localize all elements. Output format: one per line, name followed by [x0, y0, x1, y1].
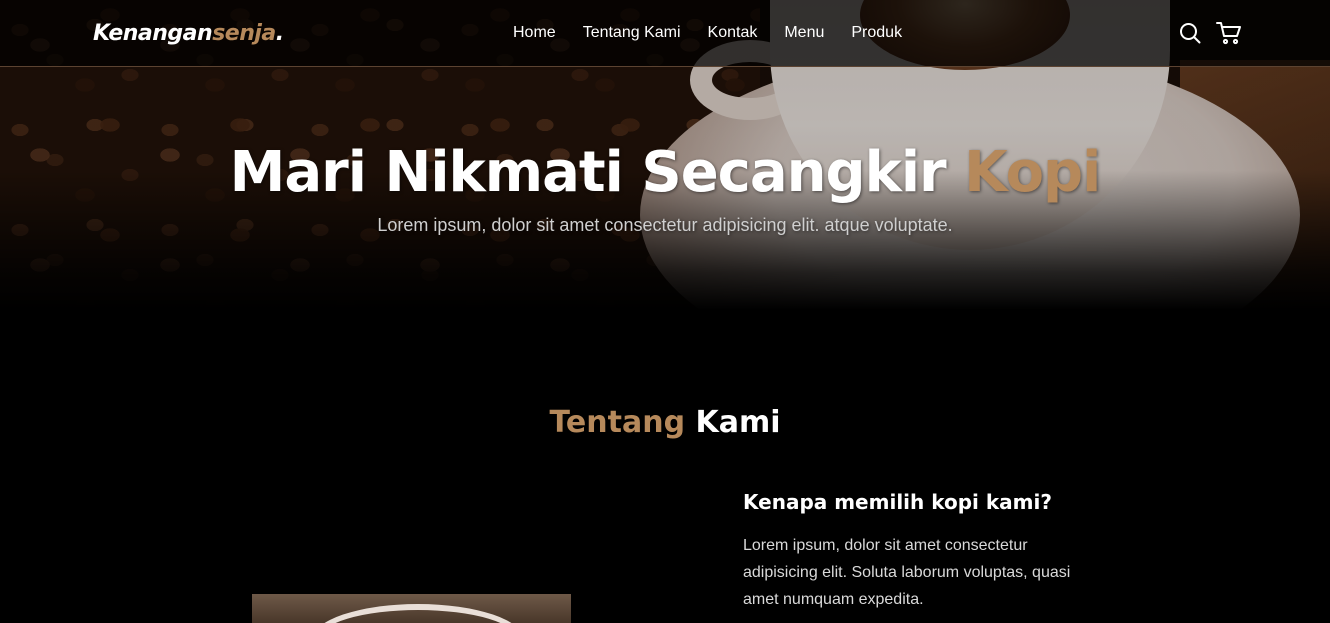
cart-icon[interactable]: [1216, 21, 1242, 45]
main-nav: Home Tentang Kami Kontak Menu Produk: [513, 24, 902, 42]
about-heading: Kenapa memilih kopi kami?: [743, 490, 1052, 514]
brand-name-dot: .: [275, 20, 284, 46]
nav-icons: [1178, 21, 1242, 45]
hero-title-main: Mari Nikmati Secangkir: [229, 140, 965, 205]
page: Mari Nikmati Secangkir Kopi Lorem ipsum,…: [0, 0, 1330, 623]
about-content: Kenapa memilih kopi kami? Lorem ipsum, d…: [743, 490, 1103, 613]
search-icon[interactable]: [1178, 21, 1202, 45]
nav-item-home[interactable]: Home: [513, 24, 556, 42]
brand-name-main: Kenangan: [93, 20, 213, 46]
nav-item-tentang-kami[interactable]: Tentang Kami: [583, 24, 681, 42]
about-paragraph: Lorem ipsum, dolor sit amet consectetur …: [743, 537, 1071, 608]
nav-item-produk[interactable]: Produk: [851, 24, 902, 42]
about-coffee-image: [252, 594, 571, 623]
about-title-accent: Tentang: [549, 405, 686, 440]
hero-title: Mari Nikmati Secangkir Kopi: [0, 140, 1330, 205]
nav-item-menu[interactable]: Menu: [784, 24, 824, 42]
navbar: Kenangansenja. Home Tentang Kami Kontak …: [0, 0, 1330, 67]
hero-title-accent: Kopi: [964, 140, 1101, 205]
brand-name-accent: senja: [212, 20, 276, 46]
about-title-main: Kami: [685, 405, 781, 440]
brand-logo[interactable]: Kenangansenja.: [93, 21, 513, 46]
about-title: Tentang Kami: [0, 405, 1330, 440]
nav-item-kontak[interactable]: Kontak: [708, 24, 758, 42]
hero-subtitle: Lorem ipsum, dolor sit amet consectetur …: [377, 215, 953, 235]
hero-content: Mari Nikmati Secangkir Kopi Lorem ipsum,…: [0, 140, 1330, 236]
